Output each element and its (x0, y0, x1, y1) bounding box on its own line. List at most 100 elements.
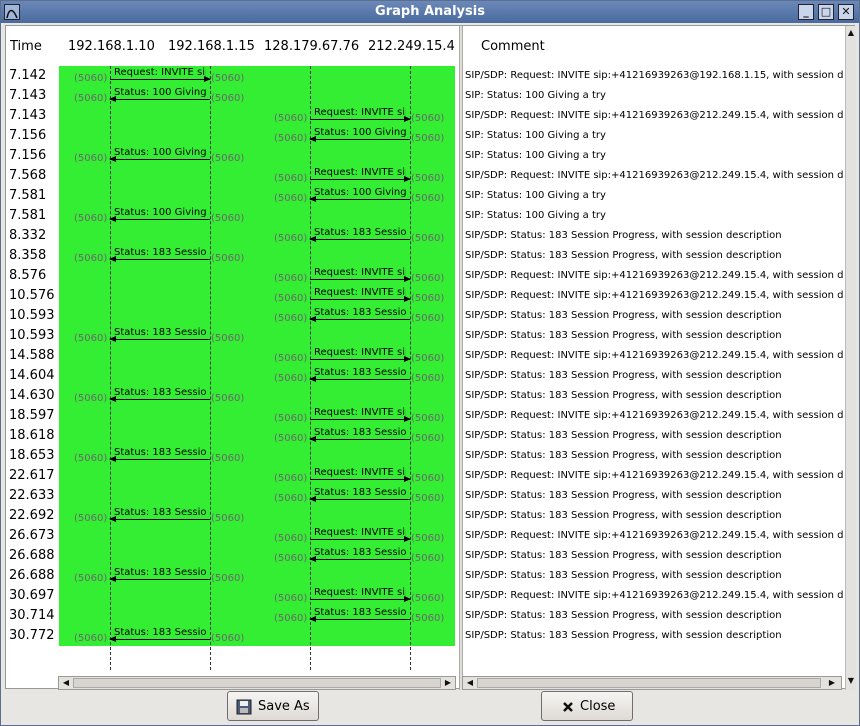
vertical-scrollbar[interactable]: ▲ ▼ (845, 26, 856, 690)
row-comment[interactable]: SIP/SDP: Request: INVITE sip:+4121693926… (465, 166, 844, 186)
row-comment[interactable]: SIP/SDP: Status: 183 Session Progress, w… (465, 326, 782, 346)
port-label: (5060) (411, 233, 445, 244)
row-comment[interactable]: SIP/SDP: Request: INVITE sip:+4121693926… (465, 266, 844, 286)
row-comment[interactable]: SIP: Status: 100 Giving a try (465, 206, 606, 226)
message-arrow[interactable] (109, 576, 210, 582)
graph-horizontal-scrollbar[interactable]: ◀ ▶ (58, 676, 456, 690)
time-header: Time (10, 39, 42, 54)
comment-horizontal-scrollbar[interactable]: ◀ ▶ (462, 676, 842, 690)
floppy-disk-icon (236, 699, 252, 715)
row-comment[interactable]: SIP/SDP: Request: INVITE sip:+4121693926… (465, 466, 844, 486)
message-arrow[interactable] (109, 456, 210, 462)
row-comment[interactable]: SIP/SDP: Status: 183 Session Progress, w… (465, 626, 782, 646)
message-arrow[interactable] (109, 96, 210, 102)
message-arrow[interactable] (310, 416, 411, 422)
close-window-button[interactable]: ✕ (838, 4, 854, 20)
host-header-3: 128.179.67.76 (264, 39, 360, 54)
row-comment[interactable]: SIP/SDP: Status: 183 Session Progress, w… (465, 306, 782, 326)
message-arrow[interactable] (310, 296, 411, 302)
row-comment[interactable]: SIP/SDP: Request: INVITE sip:+4121693926… (465, 106, 844, 126)
row-comment[interactable]: SIP/SDP: Status: 183 Session Progress, w… (465, 386, 782, 406)
scroll-up-icon[interactable]: ▲ (846, 28, 856, 38)
row-comment[interactable]: SIP/SDP: Status: 183 Session Progress, w… (465, 426, 782, 446)
row-comment[interactable]: SIP/SDP: Status: 183 Session Progress, w… (465, 446, 782, 466)
message-arrow[interactable] (309, 136, 410, 142)
message-arrow[interactable] (309, 376, 410, 382)
message-arrow[interactable] (310, 536, 411, 542)
message-arrow[interactable] (309, 556, 410, 562)
scroll-left-icon[interactable]: ◀ (465, 678, 475, 688)
message-arrow[interactable] (309, 196, 410, 202)
message-arrow[interactable] (109, 516, 210, 522)
row-comment[interactable]: SIP/SDP: Status: 183 Session Progress, w… (465, 606, 782, 626)
port-label: (5060) (274, 593, 308, 604)
row-comment[interactable]: SIP/SDP: Status: 183 Session Progress, w… (465, 566, 782, 586)
message-label: Status: 100 Giving (114, 207, 206, 218)
scroll-right-icon[interactable]: ▶ (443, 678, 453, 688)
message-arrow[interactable] (309, 316, 410, 322)
scroll-down-icon[interactable]: ▼ (846, 676, 856, 686)
host-lifeline (410, 66, 411, 670)
row-comment[interactable]: SIP/SDP: Status: 183 Session Progress, w… (465, 366, 782, 386)
scroll-left-icon[interactable]: ◀ (61, 678, 71, 688)
message-arrow[interactable] (109, 336, 210, 342)
port-label: (5060) (74, 333, 108, 344)
close-button[interactable]: Close (541, 691, 633, 721)
row-comment[interactable]: SIP: Status: 100 Giving a try (465, 186, 606, 206)
row-comment[interactable]: SIP/SDP: Request: INVITE sip:+4121693926… (465, 66, 844, 86)
message-arrow[interactable] (109, 396, 210, 402)
port-label: (5060) (411, 193, 445, 204)
row-comment[interactable]: SIP/SDP: Status: 183 Session Progress, w… (465, 226, 782, 246)
port-label: (5060) (74, 633, 108, 644)
minimize-button[interactable]: _ (798, 4, 814, 20)
message-arrow[interactable] (310, 176, 411, 182)
row-time: 30.697 (9, 588, 55, 603)
row-comment[interactable]: SIP/SDP: Request: INVITE sip:+4121693926… (465, 586, 844, 606)
row-comment[interactable]: SIP/SDP: Status: 183 Session Progress, w… (465, 506, 782, 526)
row-comment[interactable]: SIP/SDP: Status: 183 Session Progress, w… (465, 486, 782, 506)
graph-analysis-window: Graph Analysis _ □ ✕ Time 192.168.1.10 1… (0, 0, 860, 726)
message-arrow[interactable] (309, 236, 410, 242)
scroll-thumb[interactable] (477, 678, 821, 688)
message-arrow[interactable] (310, 356, 411, 362)
row-comment[interactable]: SIP: Status: 100 Giving a try (465, 146, 606, 166)
message-arrow[interactable] (109, 216, 210, 222)
port-label: (5060) (211, 73, 245, 84)
message-arrow[interactable] (309, 496, 410, 502)
message-arrow[interactable] (109, 256, 210, 262)
row-time: 22.633 (9, 488, 55, 503)
title-bar[interactable]: Graph Analysis _ □ ✕ (1, 1, 859, 23)
port-label: (5060) (274, 613, 308, 624)
row-comment[interactable]: SIP: Status: 100 Giving a try (465, 86, 606, 106)
save-as-button[interactable]: Save As (227, 691, 319, 721)
row-time: 18.597 (9, 408, 55, 423)
message-arrow[interactable] (310, 476, 411, 482)
message-arrow[interactable] (310, 276, 411, 282)
port-label: (5060) (74, 253, 108, 264)
row-comment[interactable]: SIP/SDP: Request: INVITE sip:+4121693926… (465, 526, 844, 546)
row-comment[interactable]: SIP/SDP: Status: 183 Session Progress, w… (465, 546, 782, 566)
pane-divider[interactable] (459, 26, 463, 690)
port-label: (5060) (411, 433, 445, 444)
message-arrow[interactable] (310, 596, 411, 602)
row-time: 18.653 (9, 448, 55, 463)
message-arrow[interactable] (310, 116, 411, 122)
message-arrow[interactable] (110, 76, 211, 82)
row-comment[interactable]: SIP/SDP: Request: INVITE sip:+4121693926… (465, 406, 844, 426)
message-label: Status: 183 Session (314, 307, 406, 318)
port-label: (5060) (411, 593, 445, 604)
message-arrow[interactable] (309, 616, 410, 622)
row-comment[interactable]: SIP/SDP: Request: INVITE sip:+4121693926… (465, 286, 844, 306)
message-arrow[interactable] (109, 156, 210, 162)
minimize-icon: _ (803, 5, 809, 18)
maximize-button[interactable]: □ (818, 4, 834, 20)
message-arrow[interactable] (309, 436, 410, 442)
row-time: 7.581 (9, 208, 47, 223)
message-arrow[interactable] (109, 636, 210, 642)
row-comment[interactable]: SIP/SDP: Status: 183 Session Progress, w… (465, 246, 782, 266)
scroll-right-icon[interactable]: ▶ (827, 678, 837, 688)
row-comment[interactable]: SIP/SDP: Request: INVITE sip:+4121693926… (465, 346, 844, 366)
scroll-thumb[interactable] (73, 678, 441, 688)
row-comment[interactable]: SIP: Status: 100 Giving a try (465, 126, 606, 146)
host-header-4: 212.249.15.4 (368, 39, 455, 54)
